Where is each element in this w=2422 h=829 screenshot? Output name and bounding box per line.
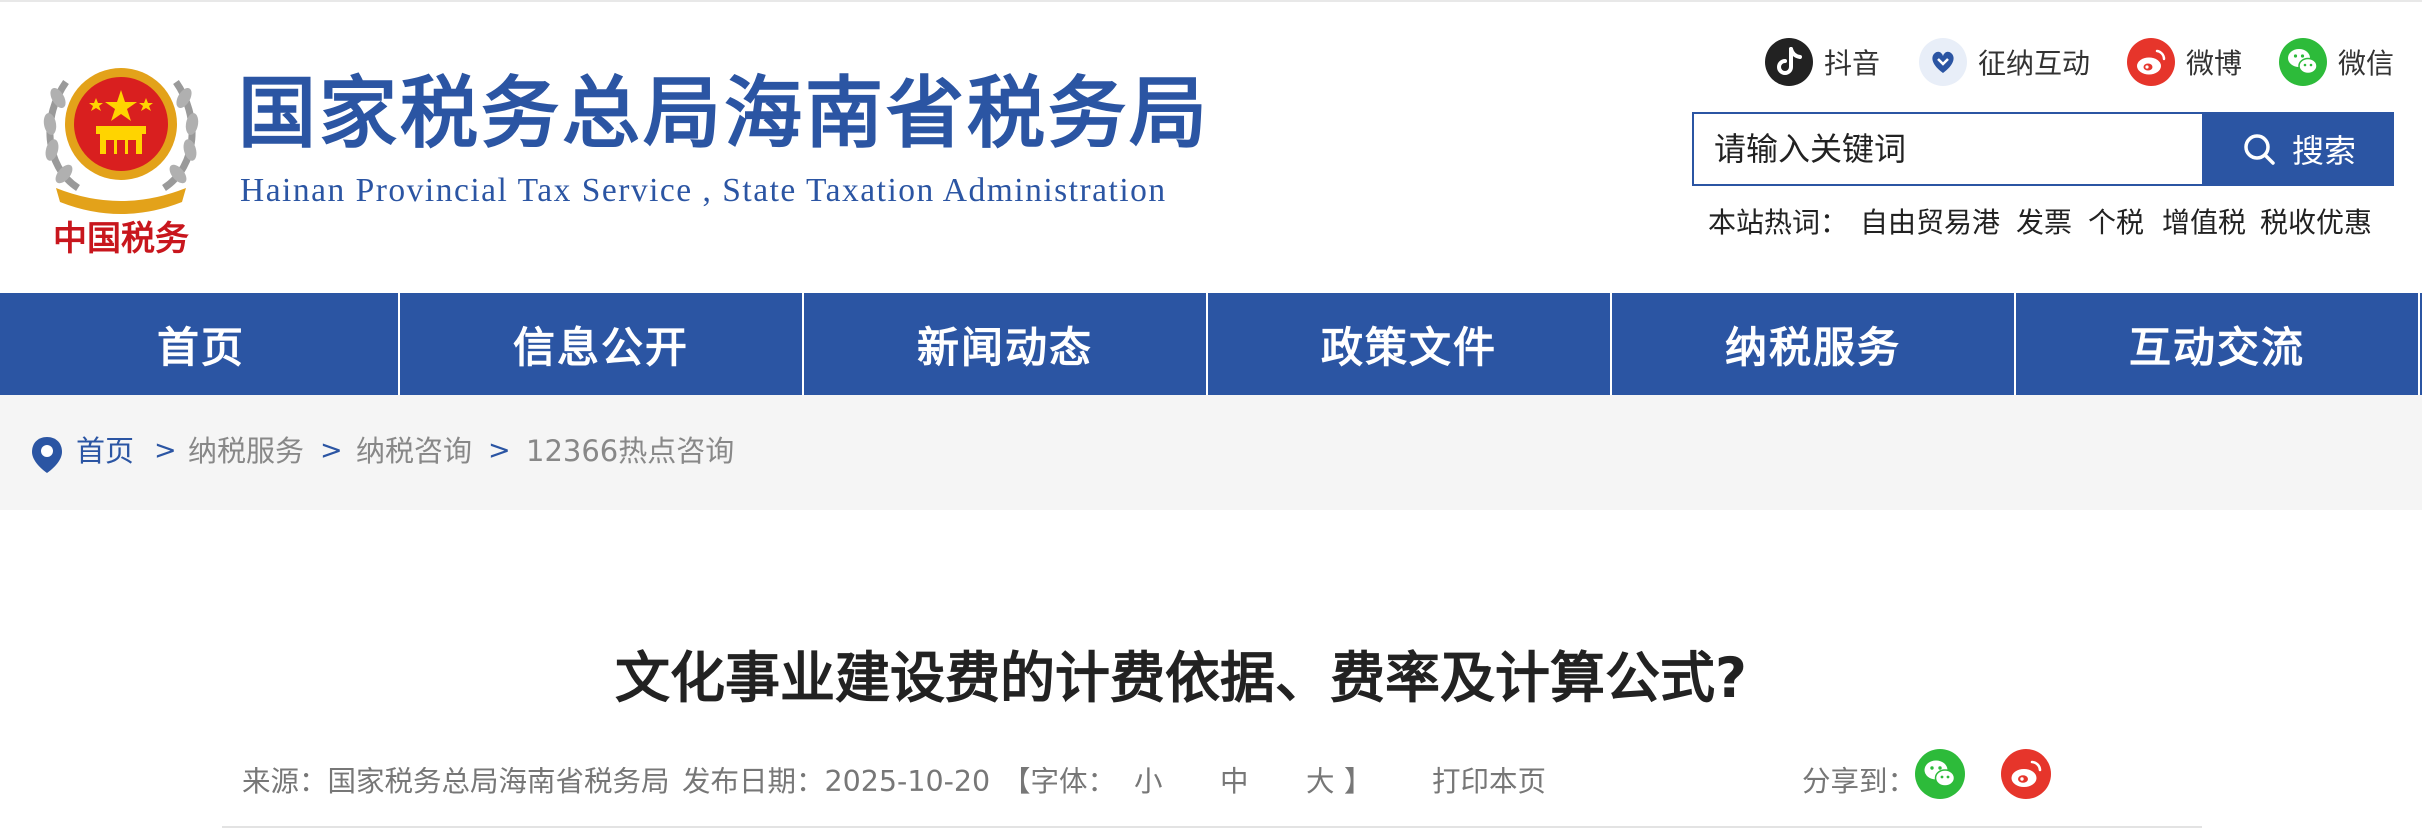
breadcrumb-tax-consultation[interactable]: 纳税咨询 — [356, 431, 472, 471]
hot-keyword-link[interactable]: 个税 — [2088, 202, 2144, 244]
search-input[interactable] — [1692, 112, 2204, 186]
breadcrumb-separator: > — [488, 435, 511, 466]
breadcrumb-hot-questions[interactable]: 12366热点咨询 — [526, 431, 734, 471]
social-label-douyin: 抖音 — [1824, 47, 1881, 80]
article-date: 发布日期：2025-10-20 — [682, 765, 991, 798]
article-title: 文化事业建设费的计费依据、费率及计算公式? — [615, 646, 1747, 710]
breadcrumb-separator: > — [320, 435, 343, 466]
share-weibo-icon[interactable] — [2000, 748, 2052, 800]
breadcrumb-bar: 首页 > 纳税服务 > 纳税咨询 > 12366热点咨询 — [0, 395, 2422, 510]
search-button-label: 搜索 — [2291, 132, 2356, 170]
hot-keyword-link[interactable]: 自由贸易港 — [1860, 202, 2000, 244]
article-source: 来源：国家税务总局海南省税务局 — [242, 765, 670, 798]
main-nav: 首页 信息公开 新闻动态 政策文件 纳税服务 互动交流 — [0, 293, 2422, 395]
search-button[interactable]: 搜索 — [2202, 112, 2394, 186]
social-link-weibo[interactable]: 微博 — [2126, 34, 2242, 90]
font-size-large-button[interactable]: 大 — [1306, 760, 1335, 804]
nav-item-home[interactable]: 首页 — [0, 293, 402, 395]
social-link-douyin[interactable]: 抖音 — [1764, 34, 1880, 90]
social-link-interaction[interactable]: 征纳互动 — [1918, 34, 2090, 90]
article-meta: 来源：国家税务总局海南省税务局 发布日期：2025-10-20 【字体： 小 中… — [0, 760, 2422, 804]
social-label-interaction: 征纳互动 — [1978, 47, 2091, 80]
nav-separator — [2418, 293, 2420, 395]
breadcrumb-separator: > — [154, 435, 177, 466]
search-icon — [2244, 134, 2275, 165]
share-label: 分享到： — [1802, 765, 1917, 798]
nav-item-tax-service[interactable]: 纳税服务 — [1612, 293, 2014, 395]
hot-keywords: 本站热词： 自由贸易港 发票 个税 增值税 税收优惠 — [0, 202, 2422, 244]
breadcrumb: 首页 > 纳税服务 > 纳税咨询 > 12366热点咨询 — [0, 395, 2422, 510]
social-label-wechat: 微信 — [2338, 47, 2395, 80]
hot-keyword-link[interactable]: 增值税 — [2162, 202, 2246, 244]
nav-item-news[interactable]: 新闻动态 — [804, 293, 1206, 395]
location-pin-icon — [32, 437, 62, 473]
weibo-icon — [2127, 38, 2175, 86]
print-page-button[interactable]: 打印本页 — [1432, 760, 1546, 804]
top-border-line — [0, 0, 2422, 2]
social-links: 抖音 征纳互动 微博 微信 — [0, 34, 2422, 90]
font-size-medium-button[interactable]: 中 — [1220, 760, 1249, 804]
meta-divider — [222, 826, 2202, 828]
nav-item-interaction[interactable]: 互动交流 — [2016, 293, 2418, 395]
social-label-weibo: 微博 — [2186, 47, 2243, 80]
hot-keyword-link[interactable]: 税收优惠 — [2260, 202, 2372, 244]
breadcrumb-home[interactable]: 首页 — [76, 431, 134, 471]
hot-keywords-label: 本站热词： — [1708, 206, 1849, 239]
hot-keyword-link[interactable]: 发票 — [2016, 202, 2072, 244]
social-link-wechat[interactable]: 微信 — [2278, 34, 2394, 90]
share-wechat-icon[interactable] — [1914, 748, 1966, 800]
font-size-small-button[interactable]: 小 — [1134, 760, 1163, 804]
wechat-icon — [2279, 38, 2327, 86]
nav-item-info-disclosure[interactable]: 信息公开 — [400, 293, 802, 395]
font-size-bracket-close: 】 — [1344, 765, 1373, 798]
douyin-icon — [1765, 38, 1813, 86]
interaction-icon — [1919, 38, 1967, 86]
breadcrumb-tax-service[interactable]: 纳税服务 — [188, 431, 304, 471]
font-size-label: 【字体： — [1002, 765, 1117, 798]
nav-item-policy[interactable]: 政策文件 — [1208, 293, 1610, 395]
